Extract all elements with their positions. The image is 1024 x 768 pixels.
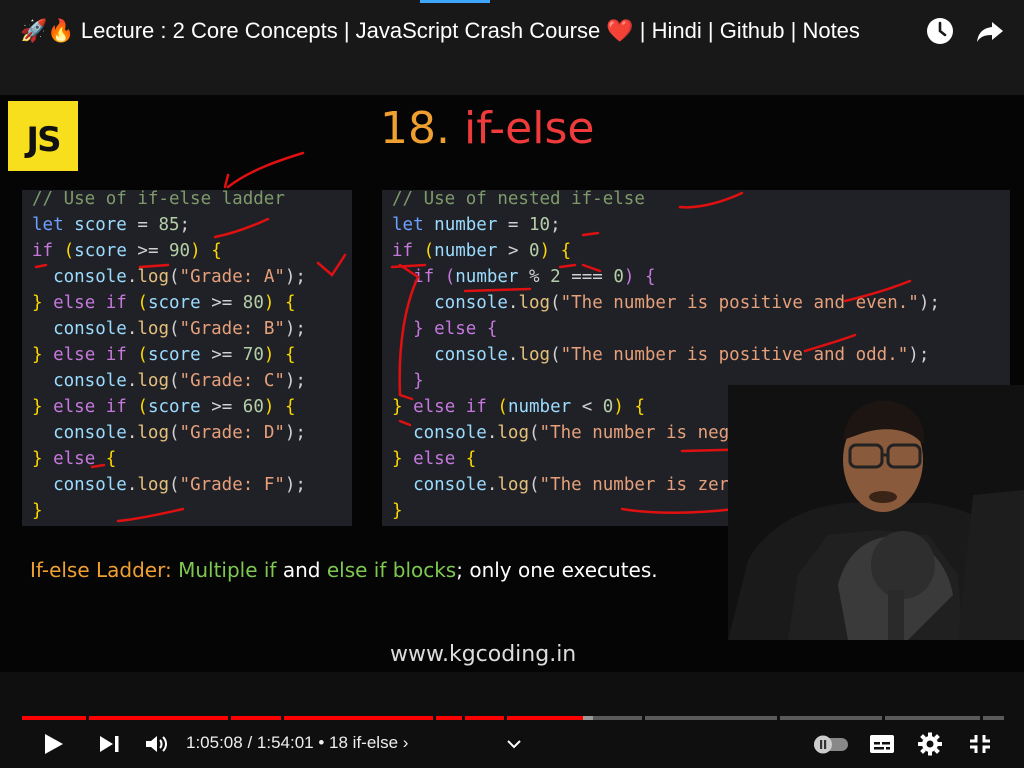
next-icon[interactable]	[96, 732, 124, 756]
chevron-down-icon[interactable]	[500, 732, 528, 756]
subtitles-icon[interactable]	[868, 732, 896, 756]
time-display: 1:05:08 / 1:54:01 • 18 if-else ›	[186, 733, 408, 753]
chapter-marker	[433, 716, 436, 720]
chapter-marker	[504, 716, 507, 720]
share-icon[interactable]	[975, 16, 1005, 46]
caption-text: and	[282, 558, 321, 582]
caption-text: ; only one executes.	[456, 558, 658, 582]
seek-bar[interactable]	[22, 716, 1004, 720]
duration: 1:54:01	[256, 733, 314, 752]
gear-icon[interactable]	[916, 732, 944, 756]
website-watermark: www.kgcoding.in	[390, 642, 577, 667]
chapter-marker	[462, 716, 465, 720]
video-player[interactable]: JS 18. if-else // Use of if-else ladder …	[0, 95, 1024, 672]
player-controls: 1:05:08 / 1:54:01 • 18 if-else ›	[0, 672, 1024, 768]
caption-term: If-else Ladder:	[30, 558, 172, 582]
time-separator: /	[242, 733, 257, 752]
chapter-marker	[980, 716, 983, 720]
fullscreen-icon[interactable]	[966, 732, 994, 756]
slide-caption: If-else Ladder: Multiple if and else if …	[30, 558, 658, 582]
clock-icon[interactable]	[925, 16, 955, 46]
presenter-webcam	[728, 385, 1024, 640]
chapter-marker	[228, 716, 231, 720]
chapter-title[interactable]: • 18 if-else ›	[314, 733, 408, 752]
chapter-marker	[642, 716, 645, 720]
chapter-marker	[777, 716, 780, 720]
autoplay-toggle[interactable]	[812, 732, 850, 756]
chapter-marker	[281, 716, 284, 720]
caption-keyword: else if blocks	[326, 558, 457, 582]
video-title[interactable]: 🚀🔥 Lecture : 2 Core Concepts | JavaScrip…	[20, 18, 900, 44]
chapter-marker	[882, 716, 885, 720]
caption-keyword: Multiple if	[178, 558, 277, 582]
play-icon[interactable]	[40, 732, 68, 756]
current-time: 1:05:08	[186, 733, 243, 752]
loading-indicator	[420, 0, 490, 3]
volume-icon[interactable]	[143, 732, 171, 756]
video-title-bar: 🚀🔥 Lecture : 2 Core Concepts | JavaScrip…	[0, 0, 1024, 95]
chapter-marker	[86, 716, 89, 720]
seek-bar-played	[22, 716, 583, 720]
